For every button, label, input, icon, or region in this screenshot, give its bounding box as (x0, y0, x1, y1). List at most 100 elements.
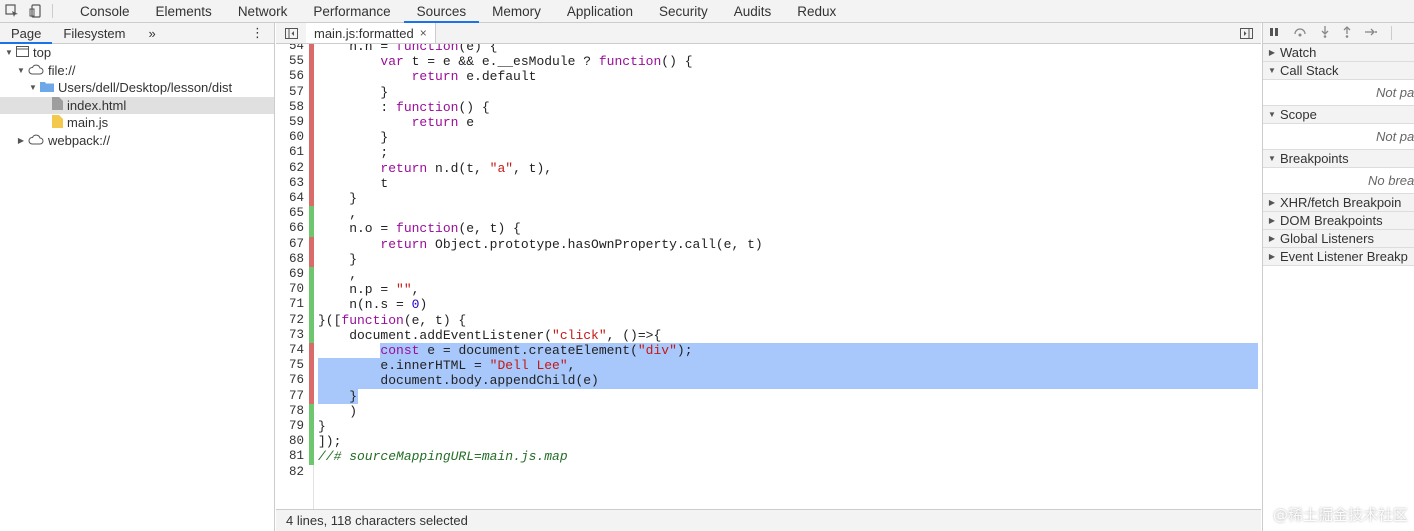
section-call-stack[interactable]: ▼ Call Stack (1263, 62, 1414, 80)
line-number[interactable]: 57 (276, 85, 304, 100)
tree-item-main-js[interactable]: main.js (0, 114, 274, 132)
toggle-debugger-icon[interactable] (1235, 25, 1257, 41)
section-global-listeners[interactable]: ▶ Global Listeners (1263, 230, 1414, 248)
expand-arrow-icon[interactable]: ▼ (16, 66, 26, 75)
tree-item-folder[interactable]: ▼ Users/dell/Desktop/lesson/dist (0, 79, 274, 97)
line-number[interactable]: 60 (276, 130, 304, 145)
code-line[interactable]: 70 n.p = "", (276, 282, 1261, 298)
line-number[interactable]: 64 (276, 191, 304, 206)
code-line[interactable]: 61 ; (276, 145, 1261, 161)
line-number[interactable]: 82 (276, 465, 304, 480)
code-line[interactable]: 67 return Object.prototype.hasOwnPropert… (276, 236, 1261, 252)
line-number[interactable]: 59 (276, 115, 304, 130)
code-line[interactable]: 82 (276, 465, 1261, 480)
section-breakpoints[interactable]: ▼ Breakpoints (1263, 150, 1414, 168)
toggle-navigator-icon[interactable] (276, 23, 306, 43)
code-line[interactable]: 69 , (276, 267, 1261, 283)
code-line[interactable]: 60 } (276, 130, 1261, 146)
code-line[interactable]: 57 } (276, 84, 1261, 100)
line-number[interactable]: 55 (276, 54, 304, 69)
line-number[interactable]: 62 (276, 161, 304, 176)
code-line[interactable]: 63 t (276, 175, 1261, 191)
line-number[interactable]: 77 (276, 389, 304, 404)
tree-item-file-origin[interactable]: ▼ file:// (0, 62, 274, 80)
line-number[interactable]: 70 (276, 282, 304, 297)
code-line[interactable]: 75 e.innerHTML = "Dell Lee", (276, 358, 1261, 374)
step-icon[interactable] (1365, 27, 1377, 40)
navigator-menu-icon[interactable]: ⋮ (251, 25, 264, 41)
code-line[interactable]: 59 return e (276, 115, 1261, 131)
code-line[interactable]: 76 document.body.appendChild(e) (276, 373, 1261, 389)
line-number[interactable]: 79 (276, 419, 304, 434)
collapse-arrow-icon[interactable]: ▶ (16, 136, 26, 145)
code-line[interactable]: 56 return e.default (276, 69, 1261, 85)
line-number[interactable]: 61 (276, 145, 304, 160)
code-line[interactable]: 62 return n.d(t, "a", t), (276, 160, 1261, 176)
section-scope[interactable]: ▼ Scope (1263, 106, 1414, 124)
editor-tab-main-js[interactable]: main.js:formatted × (306, 23, 436, 43)
tab-network[interactable]: Network (225, 0, 301, 22)
code-line[interactable]: 74 const e = document.createElement("div… (276, 343, 1261, 359)
inspect-element-icon[interactable] (0, 0, 24, 22)
pause-icon[interactable] (1269, 27, 1279, 40)
tab-security[interactable]: Security (646, 0, 721, 22)
code-line[interactable]: 78 ) (276, 403, 1261, 419)
line-number[interactable]: 56 (276, 69, 304, 84)
device-toolbar-icon[interactable] (24, 0, 48, 22)
line-number[interactable]: 65 (276, 206, 304, 221)
code-line[interactable]: 54 n.n = function(e) { (276, 44, 1261, 55)
section-event-listener-breakpoints[interactable]: ▶ Event Listener Breakp (1263, 248, 1414, 266)
code-line[interactable]: 79} (276, 419, 1261, 435)
code-line[interactable]: 55 var t = e && e.__esModule ? function(… (276, 54, 1261, 70)
expand-arrow-icon[interactable]: ▼ (28, 83, 38, 92)
code-line[interactable]: 71 n(n.s = 0) (276, 297, 1261, 313)
line-number[interactable]: 80 (276, 434, 304, 449)
tab-elements[interactable]: Elements (143, 0, 225, 22)
section-xhr-breakpoints[interactable]: ▶ XHR/fetch Breakpoin (1263, 194, 1414, 212)
line-number[interactable]: 66 (276, 221, 304, 236)
line-number[interactable]: 69 (276, 267, 304, 282)
tab-page[interactable]: Page (0, 23, 53, 44)
more-tabs-button[interactable]: » (137, 23, 168, 43)
code-line[interactable]: 81 //# sourceMappingURL=main.js.map (276, 449, 1261, 465)
step-out-icon[interactable] (1343, 25, 1351, 41)
line-number[interactable]: 63 (276, 176, 304, 191)
code-area[interactable]: 54 n.n = function(e) {55 var t = e && e.… (276, 44, 1261, 509)
tab-memory[interactable]: Memory (479, 0, 554, 22)
line-number[interactable]: 68 (276, 252, 304, 267)
tree-item-top[interactable]: ▼ top (0, 44, 274, 62)
tab-performance[interactable]: Performance (300, 0, 403, 22)
code-line[interactable]: 77 } (276, 388, 1261, 404)
tab-audits[interactable]: Audits (721, 0, 785, 22)
section-watch[interactable]: ▶ Watch (1263, 44, 1414, 62)
line-number[interactable]: 76 (276, 373, 304, 388)
line-number[interactable]: 72 (276, 313, 304, 328)
code-line[interactable]: 80]); (276, 434, 1261, 450)
code-line[interactable]: 72}([function(e, t) { (276, 312, 1261, 328)
step-into-icon[interactable] (1321, 25, 1329, 41)
code-line[interactable]: 73 document.addEventListener("click", ()… (276, 327, 1261, 343)
code-line[interactable]: 58 : function() { (276, 99, 1261, 115)
tab-console[interactable]: Console (67, 0, 143, 22)
section-dom-breakpoints[interactable]: ▶ DOM Breakpoints (1263, 212, 1414, 230)
line-number[interactable]: 73 (276, 328, 304, 343)
line-number[interactable]: 67 (276, 237, 304, 252)
line-number[interactable]: 74 (276, 343, 304, 358)
tab-redux[interactable]: Redux (784, 0, 849, 22)
tree-item-index-html[interactable]: index.html (0, 96, 274, 114)
line-number[interactable]: 81 (276, 449, 304, 464)
line-number[interactable]: 54 (276, 44, 304, 54)
line-number[interactable]: 78 (276, 404, 304, 419)
line-number[interactable]: 71 (276, 297, 304, 312)
close-tab-icon[interactable]: × (420, 26, 427, 40)
code-line[interactable]: 65 , (276, 206, 1261, 222)
expand-arrow-icon[interactable]: ▼ (4, 48, 14, 57)
tree-item-webpack[interactable]: ▶ webpack:// (0, 132, 274, 150)
tab-application[interactable]: Application (554, 0, 646, 22)
code-line[interactable]: 68 } (276, 251, 1261, 267)
code-line[interactable]: 66 n.o = function(e, t) { (276, 221, 1261, 237)
line-number[interactable]: 58 (276, 100, 304, 115)
code-line[interactable]: 64 } (276, 191, 1261, 207)
tab-filesystem[interactable]: Filesystem (52, 23, 136, 43)
line-number[interactable]: 75 (276, 358, 304, 373)
